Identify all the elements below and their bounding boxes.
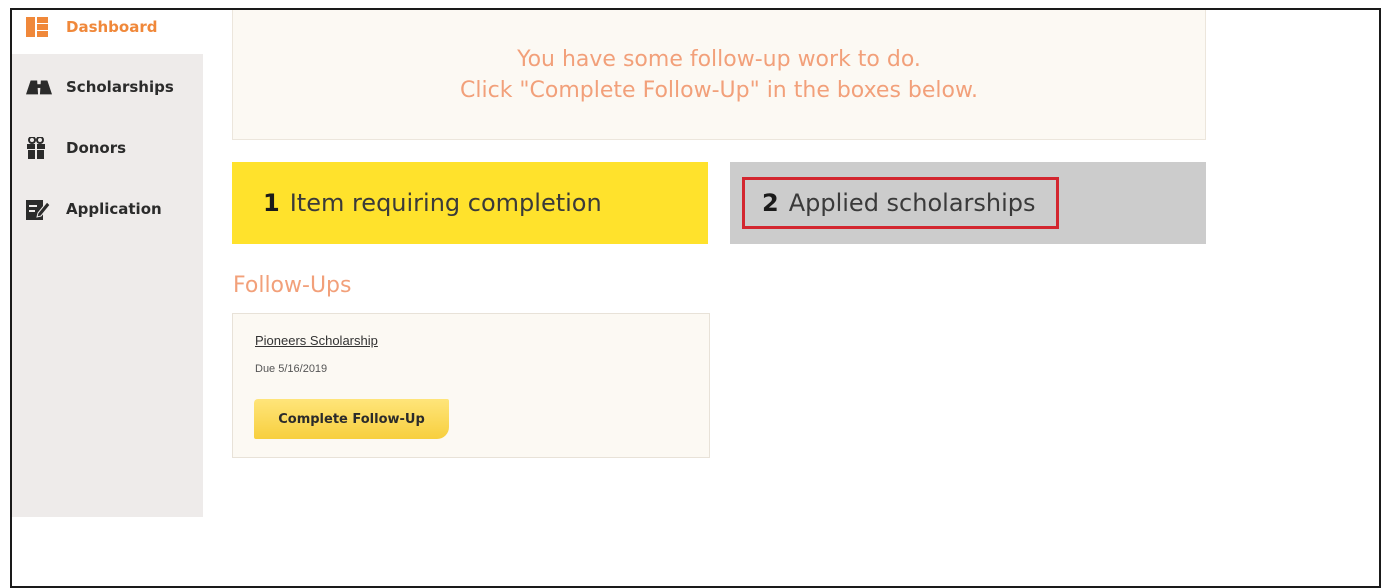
follow-up-banner: You have some follow-up work to do. Clic… <box>232 10 1206 140</box>
banner-line-2: Click "Complete Follow-Up" in the boxes … <box>460 78 978 103</box>
sidebar-item-label: Application <box>66 200 162 218</box>
applied-scholarships-card[interactable]: 2 Applied scholarships <box>730 162 1206 244</box>
sidebar-item-donors[interactable]: Donors <box>12 121 203 175</box>
sidebar-item-label: Donors <box>66 139 127 157</box>
books-icon <box>26 76 52 98</box>
sidebar-item-label: Dashboard <box>66 18 158 36</box>
sidebar-item-label: Scholarships <box>66 78 174 96</box>
completion-card[interactable]: 1 Item requiring completion <box>232 162 708 244</box>
sidebar-item-application[interactable]: Application <box>12 182 203 236</box>
applied-label: Applied scholarships <box>788 189 1036 217</box>
dashboard-icon <box>26 16 52 38</box>
edit-document-icon <box>26 198 52 220</box>
banner-line-1: You have some follow-up work to do. <box>517 47 921 72</box>
app-window: Dashboard Scholarships Donors Applicatio… <box>10 8 1381 588</box>
sidebar: Dashboard Scholarships Donors Applicatio… <box>12 10 203 517</box>
scholarship-link[interactable]: Pioneers Scholarship <box>255 333 378 348</box>
due-date: Due 5/16/2019 <box>255 363 328 375</box>
gift-icon <box>26 137 52 159</box>
applied-count: 2 <box>762 189 779 217</box>
completion-label: Item requiring completion <box>289 189 602 217</box>
completion-count: 1 <box>263 189 280 217</box>
sidebar-item-dashboard[interactable]: Dashboard <box>12 10 203 54</box>
follow-up-card: Pioneers Scholarship Due 5/16/2019 Compl… <box>232 313 710 458</box>
follow-ups-heading: Follow-Ups <box>233 273 352 298</box>
complete-follow-up-button[interactable]: Complete Follow-Up <box>254 399 449 439</box>
highlight-box: 2 Applied scholarships <box>742 177 1059 229</box>
sidebar-item-scholarships[interactable]: Scholarships <box>12 60 203 114</box>
